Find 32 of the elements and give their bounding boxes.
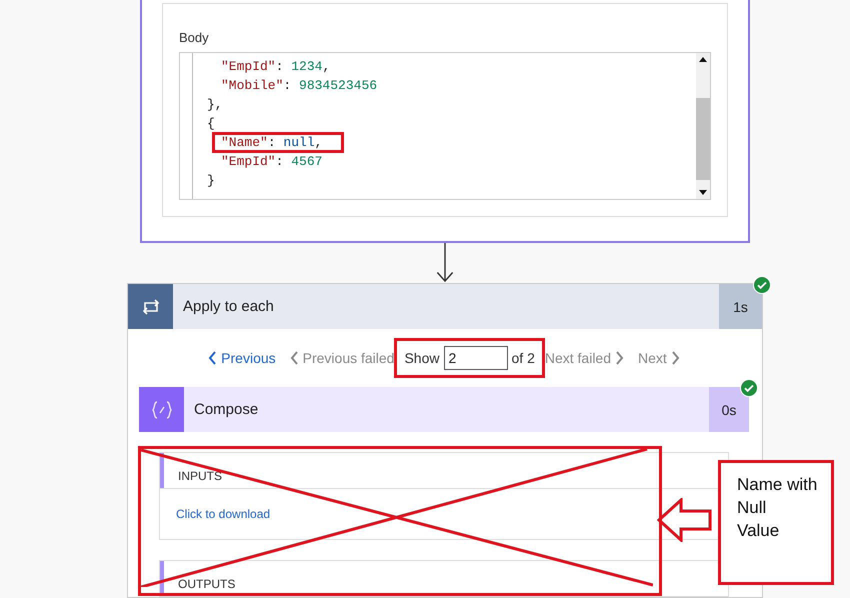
pager-link[interactable]: Previous: [204, 350, 280, 366]
code-line: "Name": null,: [193, 133, 696, 152]
compose-header[interactable]: Compose 0s: [139, 387, 749, 432]
body-label: Body: [179, 30, 210, 45]
note-text: Value: [737, 520, 780, 542]
down-arrow-icon: [435, 243, 455, 283]
scroll-thumb[interactable]: [696, 98, 710, 180]
note-text: Name with: [737, 474, 818, 496]
code-line: {: [206, 115, 216, 133]
chevron-left-icon: [208, 351, 218, 365]
apply-title: Apply to each: [182, 297, 275, 317]
chevron-left-icon: [290, 351, 299, 365]
of-count: of 2: [512, 350, 535, 366]
duration-label: 0s: [709, 387, 749, 432]
scroll-down-icon[interactable]: [699, 190, 707, 195]
chevron-right-icon: [615, 351, 624, 365]
duration-label: 1s: [719, 284, 762, 329]
note-text: Null: [737, 497, 768, 519]
code-line: "EmpId": 1234,: [220, 58, 332, 76]
iteration-input[interactable]: 2: [444, 346, 508, 370]
braces-icon: [150, 400, 172, 418]
chevron-right-icon: [670, 351, 680, 365]
scrollbar[interactable]: [696, 53, 710, 199]
code-line: "EmpId": 4567: [220, 153, 324, 171]
download-link[interactable]: Click to download: [176, 507, 270, 521]
show-label: Show: [404, 350, 440, 366]
apply-header[interactable]: Apply to each 1s: [128, 284, 762, 329]
code-line: "Mobile": 9834523456: [220, 77, 378, 95]
code-line: },: [206, 96, 224, 114]
scroll-up-icon[interactable]: [699, 57, 707, 62]
compose-title: Compose: [193, 400, 260, 420]
code-line: }: [206, 172, 216, 190]
